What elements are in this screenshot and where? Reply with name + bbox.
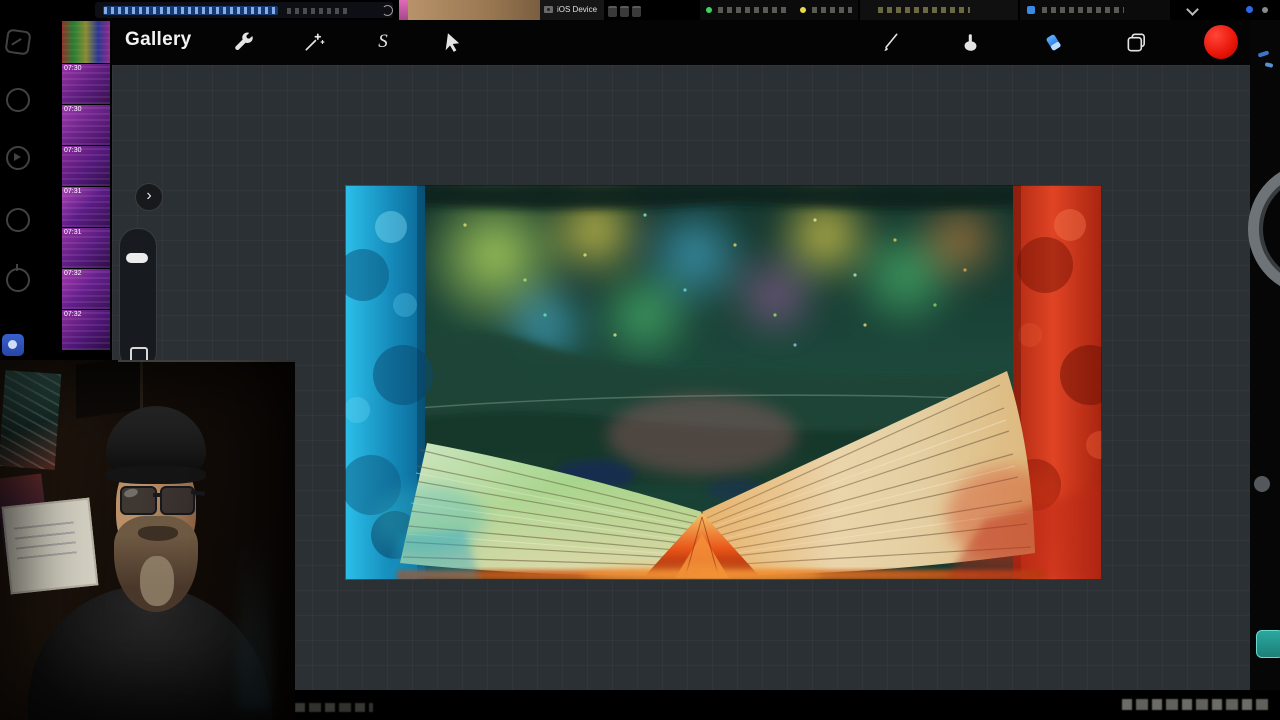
system-top-bar: iOS Device [0, 0, 1280, 20]
browser-tab[interactable] [408, 0, 540, 20]
smudge-finger-icon [964, 33, 976, 51]
magic-wand-icon [304, 32, 324, 51]
frame-timestamp: 07:31 [64, 229, 82, 236]
selected-url-text [103, 6, 278, 15]
status-chips [608, 6, 641, 17]
taskbar-segment[interactable] [1020, 0, 1170, 20]
taskbar-segment[interactable] [700, 0, 858, 20]
selection-s-icon: S [378, 31, 388, 52]
frame-timestamp: 07:32 [64, 270, 82, 277]
color-swatch-icon [1204, 25, 1238, 59]
gray-dot [1254, 476, 1270, 492]
blue-mark [1264, 62, 1274, 68]
frame-timestamp: 07:30 [64, 106, 82, 113]
adjustments-button[interactable] [295, 24, 331, 60]
arrow-cursor-icon [445, 33, 460, 52]
browser-tab-accent[interactable] [399, 0, 408, 20]
status-dot-yellow [800, 7, 806, 13]
size-slider-handle[interactable] [126, 253, 148, 263]
strip-frame[interactable]: 07:30 [62, 105, 110, 145]
procreate-toolbar: Gallery S [112, 20, 1250, 65]
sidebar-expand-button[interactable]: › [135, 183, 163, 211]
cyan-bleed [385, 530, 480, 580]
taskbar-text [1042, 7, 1124, 13]
teal-button[interactable] [1256, 630, 1280, 658]
frame-timestamp: 07:31 [64, 188, 82, 195]
chevron-down-icon[interactable] [1186, 3, 1199, 16]
dock-icon[interactable] [6, 208, 30, 232]
camera-icon [544, 6, 553, 13]
url-text-fragment [287, 8, 351, 14]
watermark-text [1122, 699, 1268, 710]
taskbar-text [878, 7, 970, 13]
taskbar-text [718, 7, 788, 13]
layers-button[interactable] [1118, 24, 1154, 60]
strip-frame[interactable]: 07:32 [62, 310, 110, 350]
strip-frame[interactable]: 07:31 [62, 187, 110, 227]
screen: iOS Device Gallery S 07:30 07:30 07:30 0… [0, 0, 1280, 720]
erase-button[interactable] [1035, 24, 1071, 60]
browser-address-bar[interactable] [95, 2, 393, 18]
actions-button[interactable] [225, 24, 261, 60]
app-icon-blue [1027, 6, 1035, 14]
webcam-overlay [0, 360, 295, 720]
ios-device-label: iOS Device [557, 5, 598, 14]
strip-noise-frame[interactable] [62, 21, 110, 63]
strip-frame[interactable]: 07:30 [62, 146, 110, 186]
artwork-canvas[interactable] [345, 185, 1102, 580]
blue-mark [1257, 50, 1270, 58]
dock-icon[interactable] [6, 146, 30, 170]
status-dot-green [706, 7, 712, 13]
frame-timestamp: 07:30 [64, 147, 82, 154]
strip-frame[interactable]: 07:30 [62, 64, 110, 104]
taskbar-text [812, 7, 852, 13]
recording-strip: 07:30 07:30 07:30 07:31 07:31 07:32 07:3… [60, 20, 112, 362]
selection-button[interactable]: S [365, 24, 401, 60]
brush-sidebar [119, 228, 157, 370]
transform-button[interactable] [435, 24, 471, 60]
dial-ring-overlay [1248, 162, 1280, 296]
webcam-vignette [0, 360, 295, 720]
caption-text [295, 703, 373, 712]
taskbar-segment[interactable] [860, 0, 1018, 20]
refresh-icon[interactable] [382, 5, 393, 16]
dock-icon[interactable] [6, 264, 30, 292]
frame-timestamp: 07:30 [64, 65, 82, 72]
paint-button[interactable] [870, 24, 906, 60]
right-edge-panel [1248, 0, 1280, 690]
ios-device-tab[interactable]: iOS Device [540, 0, 604, 20]
layers-icon [1127, 33, 1145, 51]
color-swatch-button[interactable] [1203, 24, 1239, 60]
eraser-icon [1046, 34, 1061, 50]
dock-icon[interactable] [4, 28, 32, 56]
wrench-icon [234, 32, 253, 50]
chevron-right-icon: › [146, 187, 152, 204]
status-dot-blue [1246, 6, 1253, 13]
dock-app-icon-blue[interactable] [2, 334, 24, 356]
smudge-button[interactable] [952, 24, 988, 60]
strip-frame[interactable]: 07:31 [62, 228, 110, 268]
pink-glow [607, 395, 797, 475]
frame-timestamp: 07:32 [64, 311, 82, 318]
brush-icon [883, 33, 897, 51]
status-dot-gray [1262, 7, 1268, 13]
gallery-button[interactable]: Gallery [125, 29, 192, 51]
strip-frame[interactable]: 07:32 [62, 269, 110, 309]
dock-icon[interactable] [6, 88, 30, 112]
